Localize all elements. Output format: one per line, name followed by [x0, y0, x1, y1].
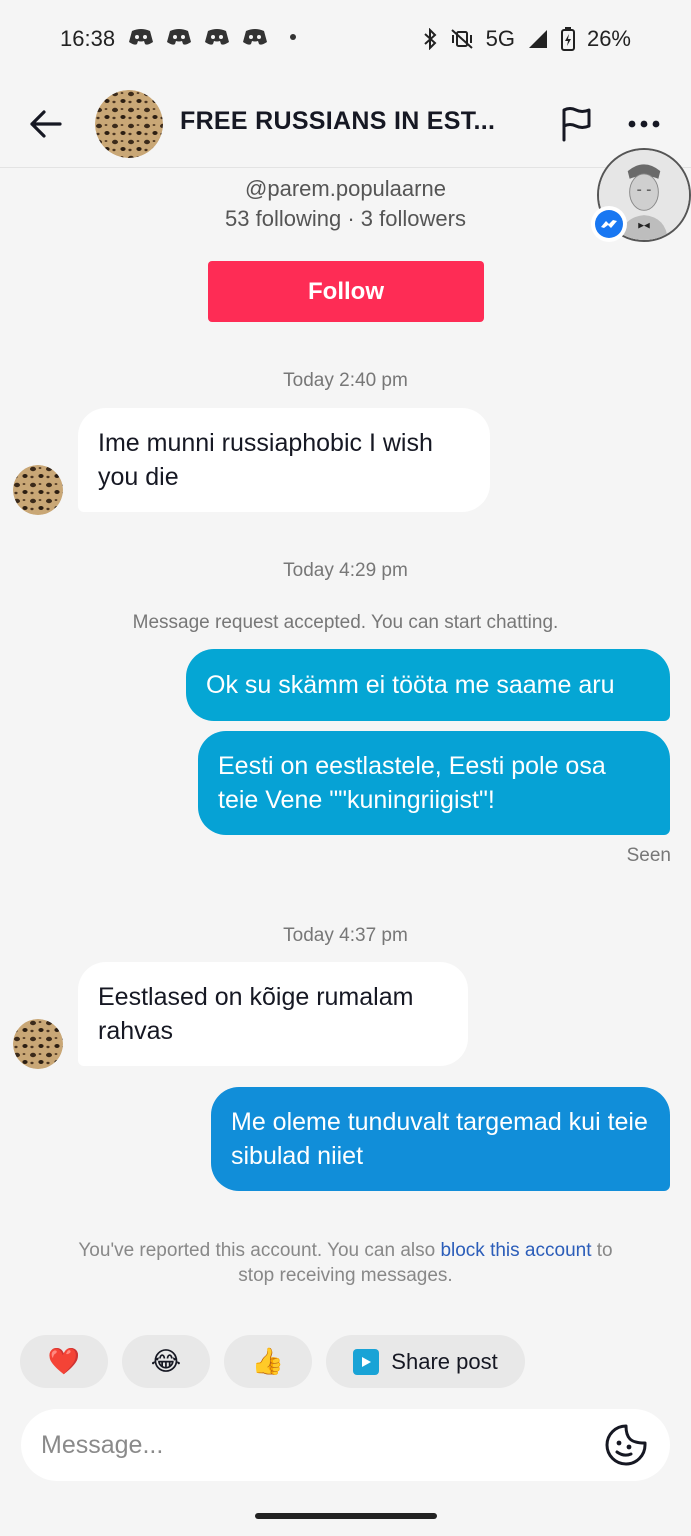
arrow-left-icon[interactable]: [26, 104, 66, 144]
laugh-reaction-button[interactable]: 😂: [122, 1335, 210, 1388]
system-message: Message request accepted. You can start …: [132, 612, 559, 633]
sticker-icon[interactable]: [604, 1423, 648, 1467]
avatar[interactable]: [95, 90, 163, 158]
battery-percent: 26%: [586, 26, 631, 51]
avatar[interactable]: [13, 1019, 63, 1069]
message-composer: [21, 1409, 670, 1481]
seen-indicator: Seen: [626, 845, 671, 866]
discord-icon: [129, 29, 153, 45]
quick-reactions: ❤️ 😂 👍 Share post: [20, 1335, 525, 1388]
profile-handle[interactable]: @parem.populaarne: [0, 176, 691, 202]
block-account-link[interactable]: block this account: [440, 1240, 591, 1261]
profile-stats: 53 following · 3 followers: [225, 206, 466, 231]
heart-reaction-button[interactable]: ❤️: [20, 1335, 108, 1388]
timestamp: Today 4:37 pm: [283, 925, 408, 946]
timestamp: Today 2:40 pm: [283, 370, 408, 391]
flag-icon[interactable]: [556, 104, 596, 144]
chat-header: FREE RUSSIANS IN EST...: [0, 80, 691, 168]
more-dots-icon[interactable]: [624, 108, 664, 140]
message-input[interactable]: [41, 1423, 581, 1467]
play-icon: [353, 1348, 380, 1375]
discord-icon: [243, 29, 267, 45]
bluetooth-icon: [423, 28, 437, 50]
message-bubble-outgoing[interactable]: Eesti on eestlastele, Eesti pole osa tei…: [198, 731, 670, 835]
share-post-label: Share post: [391, 1348, 498, 1374]
status-time: 16:38: [60, 26, 116, 51]
vibrate-mute-icon: [450, 29, 473, 49]
more-notifications-dot: [290, 34, 296, 40]
avatar[interactable]: [13, 465, 63, 515]
thumbs-up-icon: 👍: [251, 1346, 285, 1376]
report-notice-text: You've reported this account. You can al…: [78, 1240, 441, 1261]
follow-button[interactable]: Follow: [208, 261, 484, 322]
page-title[interactable]: FREE RUSSIANS IN EST...: [180, 107, 520, 136]
report-notice: You've reported this account. You can al…: [60, 1238, 631, 1288]
thumbs-up-reaction-button[interactable]: 👍: [224, 1335, 312, 1388]
message-bubble-outgoing[interactable]: Ok su skämm ei tööta me saame aru: [186, 649, 670, 721]
battery-icon: [560, 27, 575, 51]
message-bubble-incoming[interactable]: Eestlased on kõige rumalam rahvas: [78, 962, 468, 1066]
network-type: 5G: [485, 26, 515, 51]
home-indicator[interactable]: [255, 1513, 437, 1519]
message-bubble-incoming[interactable]: Ime munni russiaphobic I wish you die: [78, 408, 490, 512]
message-bubble-outgoing[interactable]: Me oleme tunduvalt targemad kui teie sib…: [211, 1087, 670, 1191]
heart-icon: ❤️: [47, 1346, 81, 1376]
timestamp: Today 4:29 pm: [283, 560, 408, 581]
signal-icon: [528, 30, 547, 48]
discord-icon: [205, 29, 229, 45]
status-indicators: 5G 26%: [422, 26, 631, 52]
discord-icon: [167, 29, 191, 45]
notification-icons: [128, 28, 296, 46]
status-bar: 16:38 5G 26%: [0, 0, 691, 80]
laughing-emoji-icon: 😂: [150, 1346, 182, 1376]
share-post-button[interactable]: Share post: [326, 1335, 525, 1388]
